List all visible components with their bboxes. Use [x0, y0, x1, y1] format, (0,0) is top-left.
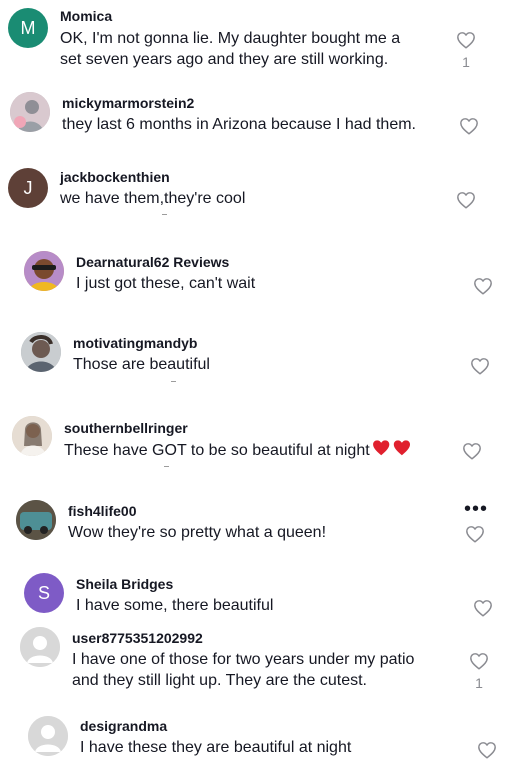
- comment-item: S Sheila Bridges I have some, there beau…: [0, 565, 521, 625]
- comment-item: desigrandma I have these they are beauti…: [0, 710, 521, 777]
- comment-username[interactable]: jackbockenthien: [60, 169, 170, 185]
- like-button[interactable]: [464, 525, 486, 543]
- comment-text: I have one of those for two years under …: [72, 651, 415, 689]
- comment-username[interactable]: Momica: [60, 8, 112, 24]
- comment-username[interactable]: southernbellringer: [64, 420, 188, 436]
- like-button[interactable]: 1: [455, 31, 477, 70]
- heart-outline-icon: [478, 742, 496, 759]
- heart-outline-icon: [457, 32, 475, 49]
- like-button[interactable]: [461, 442, 483, 460]
- comment-item: motivatingmandyb Those are beautiful: [0, 315, 521, 400]
- heart-outline-icon: [457, 192, 475, 209]
- comment-item: southernbellringer These have GOT to be …: [0, 400, 521, 485]
- like-button[interactable]: [472, 599, 494, 617]
- comment-item: M Momica OK, I'm not gonna lie. My daugh…: [0, 0, 521, 80]
- avatar-photo: [24, 251, 64, 291]
- like-button[interactable]: [458, 117, 480, 135]
- comment-username[interactable]: fish4life00: [68, 503, 136, 519]
- avatar[interactable]: [28, 716, 68, 756]
- comment-item: user8775351202992 I have one of those fo…: [0, 625, 521, 710]
- divider-mark: [164, 466, 169, 467]
- default-avatar-icon: [28, 716, 68, 756]
- avatar-photo: [21, 332, 61, 372]
- heart-outline-icon: [466, 526, 484, 543]
- comment-item: mickymarmorstein2 they last 6 months in …: [0, 80, 521, 160]
- avatar[interactable]: J: [8, 168, 48, 208]
- comment-text: Wow they're so pretty what a queen!: [68, 524, 327, 541]
- like-button[interactable]: 1: [468, 652, 490, 691]
- like-count: 1: [462, 54, 470, 70]
- avatar[interactable]: [10, 92, 50, 132]
- comment-username[interactable]: motivatingmandyb: [73, 335, 197, 351]
- avatar[interactable]: [16, 500, 56, 540]
- avatar-photo: [10, 92, 50, 132]
- divider-mark: [162, 214, 167, 215]
- heart-outline-icon: [471, 358, 489, 375]
- comment-username[interactable]: Dearnatural62 Reviews: [76, 254, 229, 270]
- comment-item: fish4life00 Wow they're so pretty what a…: [0, 485, 521, 565]
- heart-outline-icon: [470, 653, 488, 670]
- like-button[interactable]: [472, 277, 494, 295]
- comment-username[interactable]: mickymarmorstein2: [62, 95, 194, 111]
- comment-item: J jackbockenthien we have them,they're c…: [0, 160, 521, 235]
- red-heart-emoji: [372, 439, 412, 463]
- avatar-photo: [16, 500, 56, 540]
- avatar[interactable]: [12, 416, 52, 456]
- comment-text: Those are beautiful: [73, 356, 210, 373]
- comment-username[interactable]: desigrandma: [80, 718, 167, 734]
- heart-outline-icon: [463, 443, 481, 460]
- comment-text: they last 6 months in Arizona because I …: [62, 116, 416, 133]
- comment-text: OK, I'm not gonna lie. My daughter bough…: [60, 30, 401, 68]
- comment-text: These have GOT to be so beautiful at nig…: [64, 439, 412, 463]
- like-button[interactable]: [476, 741, 498, 759]
- more-options-icon[interactable]: •••: [464, 499, 488, 519]
- comment-text: I have these they are beautiful at night: [80, 739, 352, 756]
- heart-outline-icon: [474, 600, 492, 617]
- comment-text: I just got these, can't wait: [76, 275, 256, 292]
- avatar[interactable]: [24, 251, 64, 291]
- avatar[interactable]: [20, 627, 60, 667]
- like-count: 1: [475, 675, 483, 691]
- heart-outline-icon: [474, 278, 492, 295]
- avatar[interactable]: S: [24, 573, 64, 613]
- comment-text: I have some, there beautiful: [76, 597, 274, 614]
- like-button[interactable]: [469, 357, 491, 375]
- comment-item: Dearnatural62 Reviews I just got these, …: [0, 235, 521, 315]
- heart-outline-icon: [460, 118, 478, 135]
- avatar-photo: [12, 416, 52, 456]
- avatar[interactable]: M: [8, 8, 48, 48]
- comment-username[interactable]: Sheila Bridges: [76, 576, 173, 592]
- default-avatar-icon: [20, 627, 60, 667]
- comment-username[interactable]: user8775351202992: [72, 630, 203, 646]
- divider-mark: [171, 381, 176, 382]
- avatar[interactable]: [21, 332, 61, 372]
- comment-text: we have them,they're cool: [60, 190, 246, 207]
- like-button[interactable]: [455, 191, 477, 209]
